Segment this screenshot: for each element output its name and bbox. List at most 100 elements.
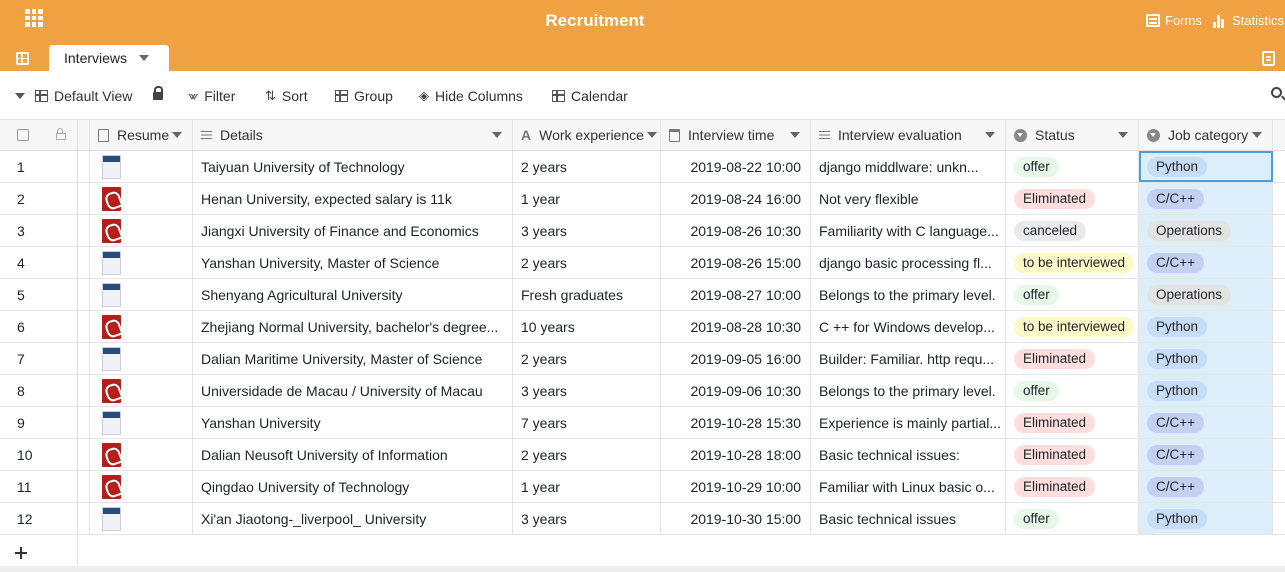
- column-header-details[interactable]: Details: [193, 120, 513, 150]
- status-cell[interactable]: Eliminated: [1006, 407, 1139, 438]
- interview-time-cell[interactable]: 2019-08-26 15:00: [661, 247, 811, 278]
- table-row[interactable]: 9 Yanshan University 7 years 2019-10-28 15:…: [0, 407, 1285, 439]
- table-row[interactable]: 3 Jiangxi University of Finance and Econo…: [0, 215, 1285, 247]
- table-row[interactable]: 12 Xi'an Jiaotong-_liverpool_ University 3…: [0, 503, 1285, 535]
- sort-button[interactable]: ⇅ Sort: [265, 88, 308, 104]
- details-cell[interactable]: Dalian Neusoft University of Information: [193, 439, 513, 470]
- document-file-icon[interactable]: [102, 154, 121, 179]
- document-file-icon[interactable]: [102, 282, 121, 307]
- details-cell[interactable]: Universidade de Macau / University of Ma…: [193, 375, 513, 406]
- work-experience-cell[interactable]: 2 years: [513, 343, 661, 374]
- status-cell[interactable]: canceled: [1006, 215, 1139, 246]
- resume-cell[interactable]: [90, 343, 193, 374]
- resume-cell[interactable]: [90, 183, 193, 214]
- table-row[interactable]: 7 Dalian Maritime University, Master of S…: [0, 343, 1285, 375]
- column-header-status[interactable]: Status: [1006, 120, 1139, 150]
- select-all-checkbox[interactable]: [0, 120, 44, 150]
- chevron-down-icon[interactable]: [1118, 132, 1128, 138]
- interview-evaluation-cell[interactable]: Basic technical issues:: [811, 439, 1006, 470]
- resume-cell[interactable]: [90, 311, 193, 342]
- job-category-cell[interactable]: C/C++: [1139, 247, 1273, 278]
- status-cell[interactable]: Eliminated: [1006, 439, 1139, 470]
- table-row[interactable]: 1 Taiyuan University of Technology 2 years…: [0, 151, 1285, 183]
- filter-button[interactable]: ⩖ Filter: [188, 88, 235, 104]
- table-row[interactable]: 4 Yanshan University, Master of Science 2 …: [0, 247, 1285, 279]
- pdf-file-icon[interactable]: [102, 378, 121, 403]
- chevron-down-icon[interactable]: [172, 132, 182, 138]
- view-switcher[interactable]: Default View: [15, 88, 132, 104]
- status-cell[interactable]: offer: [1006, 503, 1139, 534]
- work-experience-cell[interactable]: 3 years: [513, 215, 661, 246]
- details-cell[interactable]: Shenyang Agricultural University: [193, 279, 513, 310]
- job-category-cell[interactable]: C/C++: [1139, 439, 1273, 470]
- chevron-down-icon[interactable]: [790, 132, 800, 138]
- details-cell[interactable]: Yanshan University, Master of Science: [193, 247, 513, 278]
- resume-cell[interactable]: [90, 375, 193, 406]
- interview-evaluation-cell[interactable]: C ++ for Windows develop...: [811, 311, 1006, 342]
- statistics-button[interactable]: Statistics: [1213, 13, 1284, 28]
- details-cell[interactable]: Henan University, expected salary is 11k: [193, 183, 513, 214]
- chevron-down-icon[interactable]: [492, 132, 502, 138]
- column-header-interview-evaluation[interactable]: Interview evaluation: [811, 120, 1006, 150]
- interview-time-cell[interactable]: 2019-08-27 10:00: [661, 279, 811, 310]
- column-header-resume[interactable]: Resume: [90, 120, 193, 150]
- status-cell[interactable]: Eliminated: [1006, 183, 1139, 214]
- table-row[interactable]: 6 Zhejiang Normal University, bachelor's …: [0, 311, 1285, 343]
- job-category-cell[interactable]: Python: [1139, 311, 1273, 342]
- resume-cell[interactable]: [90, 215, 193, 246]
- chevron-down-icon[interactable]: [985, 132, 995, 138]
- status-cell[interactable]: to be interviewed: [1006, 247, 1139, 278]
- interview-evaluation-cell[interactable]: Not very flexible: [811, 183, 1006, 214]
- status-cell[interactable]: Eliminated: [1006, 471, 1139, 502]
- details-cell[interactable]: Jiangxi University of Finance and Econom…: [193, 215, 513, 246]
- job-category-cell[interactable]: Python: [1139, 343, 1273, 374]
- work-experience-cell[interactable]: 1 year: [513, 183, 661, 214]
- resume-cell[interactable]: [90, 503, 193, 534]
- interview-evaluation-cell[interactable]: Familiar with Linux basic o...: [811, 471, 1006, 502]
- work-experience-cell[interactable]: 3 years: [513, 503, 661, 534]
- interview-evaluation-cell[interactable]: Belongs to the primary level.: [811, 279, 1006, 310]
- resume-cell[interactable]: [90, 471, 193, 502]
- interview-evaluation-cell[interactable]: django middlware: unkn...: [811, 151, 1006, 182]
- table-row[interactable]: 2 Henan University, expected salary is 11…: [0, 183, 1285, 215]
- details-cell[interactable]: Zhejiang Normal University, bachelor's d…: [193, 311, 513, 342]
- column-header-interview-time[interactable]: Interview time: [661, 120, 811, 150]
- tab-interviews[interactable]: Interviews: [49, 45, 169, 71]
- resume-cell[interactable]: [90, 247, 193, 278]
- interview-time-cell[interactable]: 2019-10-28 18:00: [661, 439, 811, 470]
- details-cell[interactable]: Qingdao University of Technology: [193, 471, 513, 502]
- pdf-file-icon[interactable]: [102, 186, 121, 211]
- job-category-cell[interactable]: Operations: [1139, 279, 1273, 310]
- interview-evaluation-cell[interactable]: Familiarity with C language...: [811, 215, 1006, 246]
- work-experience-cell[interactable]: 2 years: [513, 151, 661, 182]
- work-experience-cell[interactable]: 2 years: [513, 439, 661, 470]
- status-cell[interactable]: offer: [1006, 279, 1139, 310]
- calendar-button[interactable]: Calendar: [552, 88, 628, 104]
- document-file-icon[interactable]: [102, 410, 121, 435]
- details-cell[interactable]: Xi'an Jiaotong-_liverpool_ University: [193, 503, 513, 534]
- column-header-job-category[interactable]: Job category: [1139, 120, 1273, 150]
- table-row[interactable]: 11 Qingdao University of Technology 1 year…: [0, 471, 1285, 503]
- job-category-cell[interactable]: Operations: [1139, 215, 1273, 246]
- chevron-down-icon[interactable]: [139, 55, 150, 61]
- work-experience-cell[interactable]: 2 years: [513, 247, 661, 278]
- view-lock-button[interactable]: [153, 86, 163, 100]
- job-category-cell[interactable]: C/C++: [1139, 407, 1273, 438]
- status-cell[interactable]: Eliminated: [1006, 343, 1139, 374]
- pdf-file-icon[interactable]: [102, 218, 121, 243]
- status-cell[interactable]: to be interviewed: [1006, 311, 1139, 342]
- interview-time-cell[interactable]: 2019-08-28 10:30: [661, 311, 811, 342]
- group-button[interactable]: Group: [335, 88, 393, 104]
- job-category-cell[interactable]: Python: [1139, 151, 1273, 182]
- work-experience-cell[interactable]: Fresh graduates: [513, 279, 661, 310]
- horizontal-scrollbar[interactable]: [0, 566, 1285, 572]
- pdf-file-icon[interactable]: [102, 314, 121, 339]
- work-experience-cell[interactable]: 10 years: [513, 311, 661, 342]
- interview-time-cell[interactable]: 2019-10-29 10:00: [661, 471, 811, 502]
- table-row[interactable]: 8 Universidade de Macau / University of M…: [0, 375, 1285, 407]
- resume-cell[interactable]: [90, 407, 193, 438]
- table-row[interactable]: 10 Dalian Neusoft University of Informati…: [0, 439, 1285, 471]
- interview-evaluation-cell[interactable]: Experience is mainly partial...: [811, 407, 1006, 438]
- resume-cell[interactable]: [90, 279, 193, 310]
- job-category-cell[interactable]: Python: [1139, 503, 1273, 534]
